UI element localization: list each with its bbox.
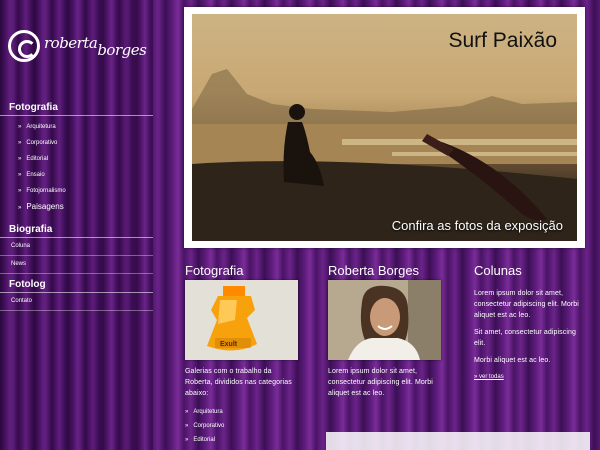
nav-item-label: Corporativo: [26, 140, 58, 146]
arrow-icon: »: [185, 409, 189, 415]
product-label: Exult: [220, 341, 238, 348]
nav-item-corporativo[interactable]: » Corporativo: [0, 135, 153, 151]
nav-fotolog-title[interactable]: Fotolog: [0, 277, 153, 293]
colunas-paragraph-2: Sit amet, consectetur adipiscing elit.: [474, 329, 577, 347]
nav-fotolog: Fotolog Contato: [0, 277, 153, 311]
link-label: Corporativo: [193, 423, 225, 429]
ver-todas-link[interactable]: » ver todas: [474, 374, 589, 380]
fotografia-thumbnail[interactable]: Exult: [185, 280, 298, 360]
nav-item-label: Arquitetura: [26, 124, 56, 130]
nav-item-label: Paisagens: [26, 202, 64, 211]
arrow-icon: »: [18, 188, 22, 194]
nav-item-paisagens[interactable]: » Paisagens: [0, 199, 153, 215]
nav-item-coluna[interactable]: Coluna: [0, 238, 153, 256]
column-roberta-borges: Roberta Borges Lorem ipsum dolor sit ame…: [328, 262, 443, 399]
nav-fotografia-title[interactable]: Fotografia: [0, 100, 153, 116]
hero-title: Surf Paixão: [448, 29, 557, 52]
fotografia-link-editorial[interactable]: » Editorial: [185, 433, 300, 447]
arrow-icon: »: [18, 140, 22, 146]
roberta-portrait[interactable]: [328, 280, 441, 360]
colunas-paragraph-1: Lorem ipsum dolor sit amet, consectetur …: [474, 290, 579, 319]
fotografia-link-arquitetura[interactable]: » Arquitetura: [185, 405, 300, 419]
nav-item-arquitetura[interactable]: » Arquitetura: [0, 119, 153, 135]
link-label: Editorial: [193, 437, 216, 443]
link-label: ver todas: [479, 374, 504, 380]
arrow-icon: »: [18, 124, 22, 130]
nav-item-editorial[interactable]: » Editorial: [0, 151, 153, 167]
nav-item-ensaio[interactable]: » Ensaio: [0, 167, 153, 183]
roberta-text: Lorem ipsum dolor sit amet, consectetur …: [328, 368, 433, 397]
link-label: Arquitetura: [193, 409, 223, 415]
nav-item-label: Editorial: [26, 156, 49, 162]
hero-banner[interactable]: Surf Paixão Confira as fotos da exposiçã…: [184, 7, 585, 248]
arrow-icon: »: [18, 156, 22, 162]
fotografia-link-corporativo[interactable]: » Corporativo: [185, 419, 300, 433]
arrow-icon: »: [18, 205, 22, 211]
arrow-icon: »: [185, 423, 189, 429]
nav-item-label: Ensaio: [26, 172, 45, 178]
fotografia-text: Galerias com o trabalho da Roberta, divi…: [185, 368, 292, 397]
arrow-icon: »: [185, 437, 189, 443]
column-title[interactable]: Colunas: [474, 262, 589, 280]
colunas-paragraph-3: Morbi aliquet est ac leo.: [474, 357, 551, 364]
hero-caption[interactable]: Confira as fotos da exposição: [392, 218, 563, 233]
logo-line2: borges: [97, 41, 147, 59]
column-title[interactable]: Fotografia: [185, 262, 300, 280]
nav-item-label: Fotojornalismo: [26, 188, 66, 194]
arrow-icon: »: [18, 172, 22, 178]
column-title[interactable]: Roberta Borges: [328, 262, 443, 280]
nav-biografia-title[interactable]: Biografia: [0, 222, 153, 238]
nav-item-fotojornalismo[interactable]: » Fotojornalismo: [0, 183, 153, 199]
bottom-panel: [326, 432, 590, 450]
nav-fotografia: Fotografia » Arquitetura » Corporativo » Ed…: [0, 100, 153, 215]
hero-photo: Surf Paixão Confira as fotos da exposiçã…: [192, 14, 577, 241]
column-fotografia: Fotografia Exult Galerias com o trabalho…: [185, 262, 300, 447]
column-colunas: Colunas Lorem ipsum dolor sit amet, cons…: [474, 262, 589, 380]
perfume-bottle-image: [185, 280, 298, 360]
logo-mark-icon: [8, 30, 40, 62]
sidebar: robertaborges Fotografia » Arquitetura » C…: [0, 0, 153, 450]
nav-item-news[interactable]: News: [0, 256, 153, 274]
fotografia-links: » Arquitetura » Corporativo » Editorial: [185, 405, 300, 447]
logo-text: robertaborges: [44, 34, 147, 59]
nav-item-contato[interactable]: Contato: [0, 293, 153, 311]
nav-biografia: Biografia Coluna News: [0, 222, 153, 274]
portrait-image: [328, 280, 441, 360]
logo-line1: roberta: [44, 34, 98, 52]
